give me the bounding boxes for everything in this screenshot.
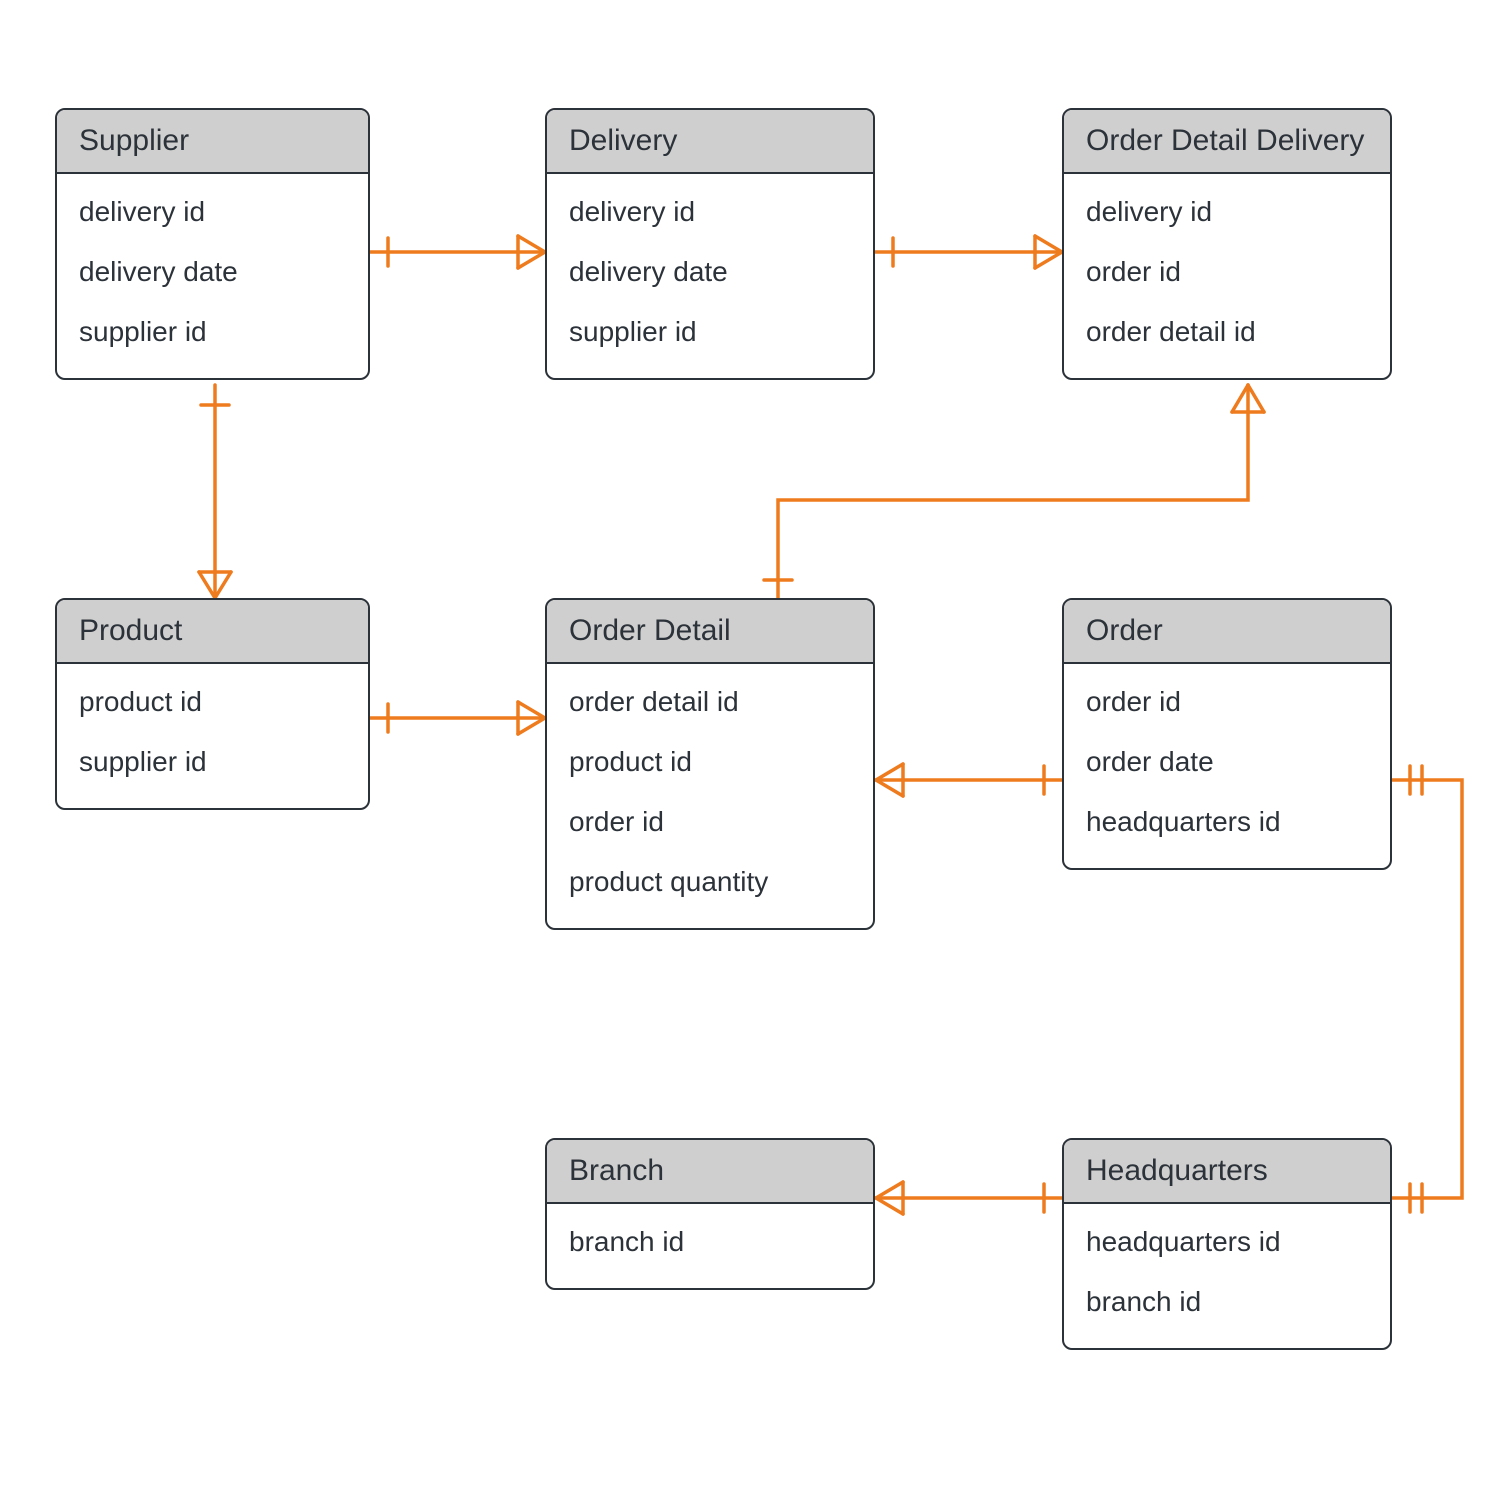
entity-delivery[interactable]: Delivery delivery id delivery date suppl… (545, 108, 875, 380)
entity-order[interactable]: Order order id order date headquarters i… (1062, 598, 1392, 870)
entity-title: Order Detail Delivery (1064, 110, 1390, 174)
entity-attrs: order detail id product id order id prod… (547, 664, 873, 928)
entity-attrs: order id order date headquarters id (1064, 664, 1390, 868)
entity-attr: delivery date (57, 242, 368, 302)
entity-attr: headquarters id (1064, 1212, 1390, 1272)
entity-branch[interactable]: Branch branch id (545, 1138, 875, 1290)
entity-attrs: branch id (547, 1204, 873, 1288)
entity-attr: product id (547, 732, 873, 792)
entity-title: Delivery (547, 110, 873, 174)
entity-attrs: delivery id order id order detail id (1064, 174, 1390, 378)
entity-title: Supplier (57, 110, 368, 174)
entity-title: Order Detail (547, 600, 873, 664)
entity-attr: branch id (1064, 1272, 1390, 1332)
entity-attr: order detail id (547, 672, 873, 732)
entity-title: Product (57, 600, 368, 664)
entity-product[interactable]: Product product id supplier id (55, 598, 370, 810)
entity-title: Headquarters (1064, 1140, 1390, 1204)
entity-attr: supplier id (547, 302, 873, 362)
entity-order-detail[interactable]: Order Detail order detail id product id … (545, 598, 875, 930)
entity-attr: order id (1064, 672, 1390, 732)
entity-attrs: product id supplier id (57, 664, 368, 808)
entity-attrs: delivery id delivery date supplier id (547, 174, 873, 378)
entity-headquarters[interactable]: Headquarters headquarters id branch id (1062, 1138, 1392, 1350)
entity-attr: delivery id (1064, 182, 1390, 242)
entity-attr: supplier id (57, 302, 368, 362)
entity-attr: delivery id (547, 182, 873, 242)
entity-attr: order id (1064, 242, 1390, 302)
entity-attrs: delivery id delivery date supplier id (57, 174, 368, 378)
entity-attr: branch id (547, 1212, 873, 1272)
entity-supplier[interactable]: Supplier delivery id delivery date suppl… (55, 108, 370, 380)
entity-attr: delivery date (547, 242, 873, 302)
entity-attr: headquarters id (1064, 792, 1390, 852)
entity-attr: order date (1064, 732, 1390, 792)
entity-attr: order detail id (1064, 302, 1390, 362)
entity-attr: product quantity (547, 852, 873, 912)
entity-attr: order id (547, 792, 873, 852)
entity-attr: supplier id (57, 732, 368, 792)
er-diagram-canvas: Supplier delivery id delivery date suppl… (0, 0, 1500, 1500)
entity-attrs: headquarters id branch id (1064, 1204, 1390, 1348)
entity-attr: delivery id (57, 182, 368, 242)
entity-attr: product id (57, 672, 368, 732)
entity-title: Branch (547, 1140, 873, 1204)
entity-title: Order (1064, 600, 1390, 664)
entity-order-detail-delivery[interactable]: Order Detail Delivery delivery id order … (1062, 108, 1392, 380)
